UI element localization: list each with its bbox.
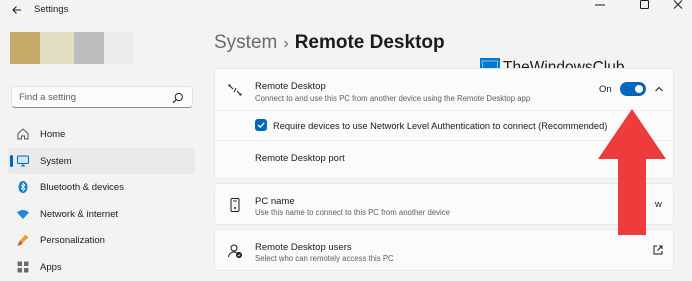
sidebar-item-bluetooth[interactable]: Bluetooth & devices [8, 174, 195, 201]
chevron-up-icon[interactable] [653, 83, 665, 95]
nla-checkbox[interactable] [255, 119, 267, 131]
sidebar-nav: Home System Bluetooth & devices Network … [8, 121, 195, 280]
toggle-state-label: On [599, 84, 612, 95]
pc-name-subtitle: Use this name to connect to this PC from… [255, 208, 451, 217]
title-bar: Settings [0, 0, 692, 22]
maximize-icon [640, 0, 649, 9]
bluetooth-icon [18, 181, 28, 193]
active-indicator [10, 154, 13, 167]
minimize-icon [595, 4, 605, 6]
external-link-icon[interactable] [652, 244, 664, 256]
apps-icon [17, 261, 29, 272]
minimize-button[interactable] [586, 0, 614, 14]
close-button[interactable] [664, 0, 692, 14]
sidebar-item-label: Network & internet [40, 208, 119, 220]
sidebar-item-label: Apps [40, 261, 62, 273]
sidebar-item-label: System [40, 155, 72, 167]
sidebar-item-home[interactable]: Home [8, 121, 195, 148]
breadcrumb-separator: › [283, 35, 289, 52]
profile-picture[interactable] [10, 32, 134, 64]
pc-name-title: PC name [255, 196, 295, 207]
profile-block [74, 32, 104, 64]
remote-desktop-toggle[interactable] [620, 82, 646, 96]
sidebar-item-apps[interactable]: Apps [8, 254, 195, 281]
checkmark-icon [257, 122, 265, 129]
brush-icon [17, 234, 29, 246]
profile-block [40, 32, 74, 64]
back-button[interactable] [8, 2, 26, 18]
system-icon [17, 155, 29, 166]
home-icon [17, 128, 29, 140]
close-icon [673, 0, 683, 9]
profile-block [10, 32, 40, 64]
pc-name-icon [230, 198, 240, 212]
remote-desktop-icon [228, 84, 242, 96]
red-arrow-annotation-icon [598, 109, 666, 235]
search-input[interactable]: Find a setting [19, 92, 76, 103]
remote-desktop-title: Remote Desktop [255, 81, 326, 92]
maximize-button[interactable] [630, 0, 658, 14]
users-title: Remote Desktop users [255, 242, 352, 253]
sidebar-item-label: Bluetooth & devices [40, 182, 124, 193]
wifi-icon [17, 209, 29, 219]
nla-label: Require devices to use Network Level Aut… [273, 121, 608, 131]
toggle-knob [635, 85, 643, 93]
sidebar-item-label: Personalization [40, 235, 105, 246]
users-subtitle: Select who can remotely access this PC [255, 254, 394, 263]
sidebar-item-system[interactable]: System [8, 147, 195, 174]
port-label: Remote Desktop port [255, 153, 345, 164]
remote-desktop-row[interactable]: Remote Desktop Connect to and use this P… [215, 69, 673, 111]
page-title: Remote Desktop [294, 32, 445, 53]
back-arrow-icon [12, 6, 21, 14]
users-icon [228, 244, 242, 258]
app-title: Settings [34, 4, 69, 15]
remote-desktop-subtitle: Connect to and use this PC from another … [255, 94, 531, 103]
sidebar-item-personalization[interactable]: Personalization [8, 227, 195, 254]
breadcrumb: System › Remote Desktop [214, 32, 445, 54]
search-icon [172, 92, 183, 104]
sidebar-item-label: Home [40, 129, 66, 140]
profile-block [104, 32, 134, 64]
breadcrumb-parent[interactable]: System [214, 32, 277, 53]
sidebar-item-network[interactable]: Network & internet [8, 201, 195, 228]
search-box[interactable]: Find a setting [11, 86, 193, 108]
